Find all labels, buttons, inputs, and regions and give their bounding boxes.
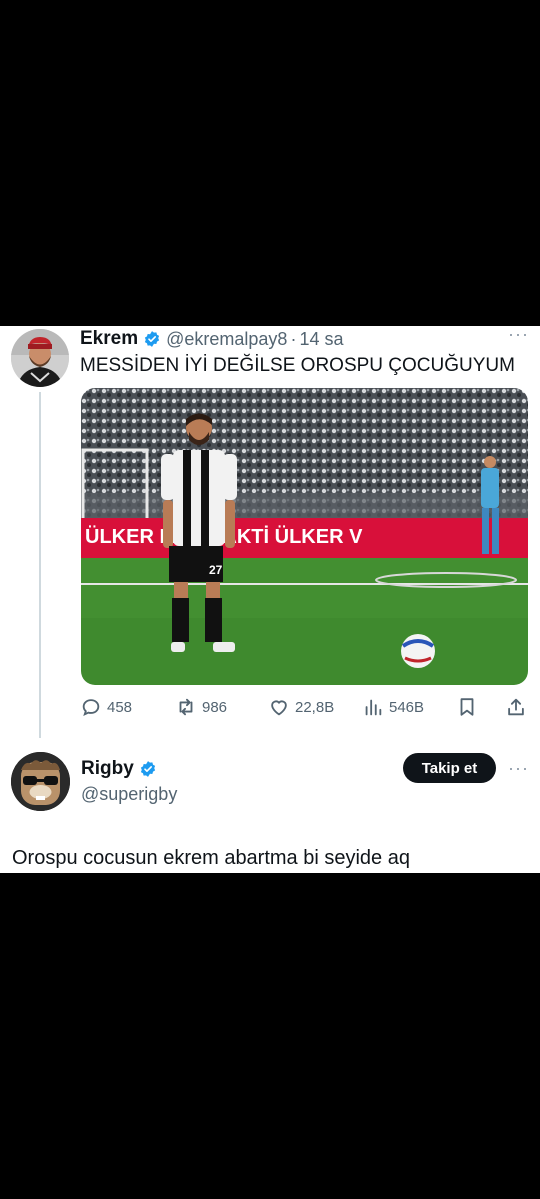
like-count: 22,8B bbox=[295, 698, 335, 716]
views-count: 546B bbox=[389, 698, 425, 716]
repost-button[interactable]: 986 bbox=[175, 696, 227, 718]
like-button[interactable]: 22,8B bbox=[268, 696, 334, 718]
bookmark-icon bbox=[460, 698, 474, 716]
share-icon bbox=[508, 698, 524, 716]
bookmark-button[interactable] bbox=[456, 696, 483, 718]
tweet-timestamp[interactable]: 14 sa bbox=[299, 329, 343, 350]
reply-author-avatar[interactable] bbox=[11, 752, 70, 811]
views-button[interactable]: 546B bbox=[362, 696, 424, 718]
reply-author-header: Rigby bbox=[81, 758, 162, 780]
verified-badge-icon bbox=[144, 331, 160, 347]
reply-icon bbox=[82, 699, 100, 717]
verified-badge-icon bbox=[140, 761, 155, 777]
reply-author-handle[interactable]: @superigby bbox=[81, 784, 177, 805]
follow-button[interactable]: Takip et bbox=[403, 753, 496, 783]
reply-button[interactable]: 458 bbox=[80, 696, 132, 718]
tweet-panel: Ekrem @ekremalpay8 · 14 sa ··· MESSİDEN … bbox=[0, 324, 540, 873]
author-handle[interactable]: @ekremalpay8 bbox=[166, 329, 287, 350]
more-icon[interactable]: ··· bbox=[508, 324, 529, 345]
share-button[interactable] bbox=[505, 696, 532, 718]
separator-dot: · bbox=[290, 328, 297, 349]
repost-count: 986 bbox=[202, 698, 228, 716]
author-avatar[interactable] bbox=[11, 329, 69, 387]
like-icon bbox=[271, 700, 287, 716]
author-name[interactable]: Ekrem bbox=[80, 328, 138, 350]
views-icon bbox=[365, 699, 382, 716]
reply-text: Orospu cocusun ekrem abartma bi seyide a… bbox=[12, 847, 410, 869]
repost-icon bbox=[179, 698, 193, 716]
tweet-header: Ekrem @ekremalpay8 · 14 sa bbox=[80, 328, 343, 350]
thread-line bbox=[39, 392, 41, 738]
tweet-photo[interactable]: ÜLKER MAÇ VAKTİ ÜLKER V 27 bbox=[81, 388, 528, 685]
reply-count: 458 bbox=[107, 698, 133, 716]
tweet-actions: 458 986 22,8B 546B bbox=[80, 696, 530, 720]
more-icon[interactable]: ··· bbox=[508, 758, 529, 779]
jersey-number: 27 bbox=[209, 563, 223, 577]
tweet-text: MESSİDEN İYİ DEĞİLSE OROSPU ÇOCUĞUYUM bbox=[80, 355, 515, 376]
reply-author-name[interactable]: Rigby bbox=[81, 758, 134, 780]
